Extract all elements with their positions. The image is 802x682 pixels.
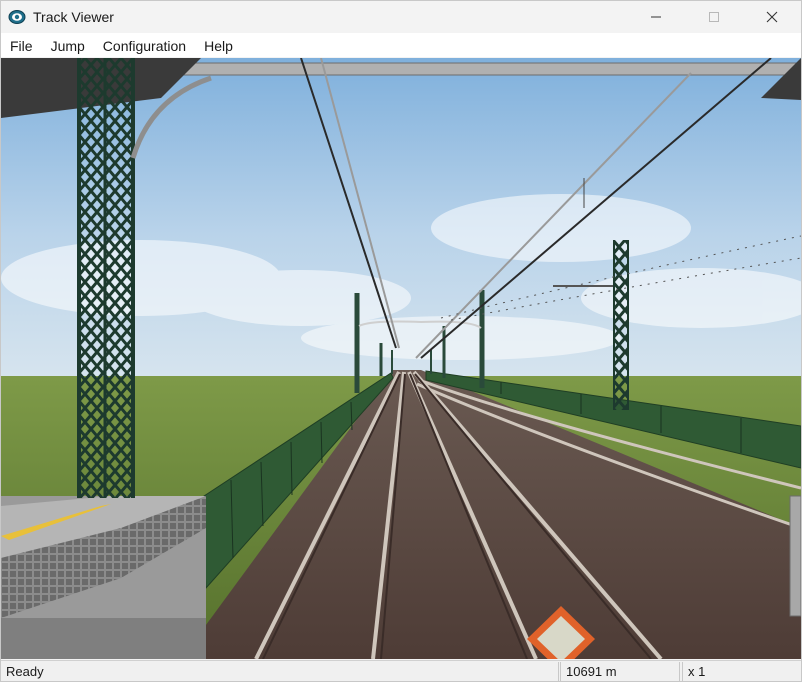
platform-wall	[1, 618, 206, 659]
menu-jump[interactable]: Jump	[42, 33, 94, 57]
close-icon	[766, 11, 778, 23]
window-title: Track Viewer	[33, 9, 114, 25]
status-speed-multiplier: x 1	[682, 662, 801, 681]
status-message: Ready	[1, 662, 559, 681]
menu-help[interactable]: Help	[195, 33, 242, 57]
3d-track-viewport[interactable]	[1, 58, 801, 659]
minimize-icon	[651, 16, 661, 18]
track-scene	[1, 58, 801, 659]
close-button[interactable]	[743, 1, 801, 33]
minimize-button[interactable]	[627, 1, 685, 33]
right-mast	[613, 240, 629, 410]
track-viewer-app-icon	[8, 8, 26, 26]
menu-file[interactable]: File	[1, 33, 42, 57]
right-buffer-post	[789, 495, 801, 617]
menu-bar: File Jump Configuration Help	[1, 33, 801, 57]
menu-configuration[interactable]: Configuration	[94, 33, 195, 57]
title-bar: Track Viewer	[1, 1, 801, 33]
status-bar: Ready 10691 m x 1	[1, 660, 801, 681]
track-viewer-window: Track Viewer File Jump Configuration Hel…	[0, 0, 802, 682]
maximize-icon	[709, 12, 719, 22]
maximize-button[interactable]	[685, 1, 743, 33]
status-distance: 10691 m	[560, 662, 680, 681]
